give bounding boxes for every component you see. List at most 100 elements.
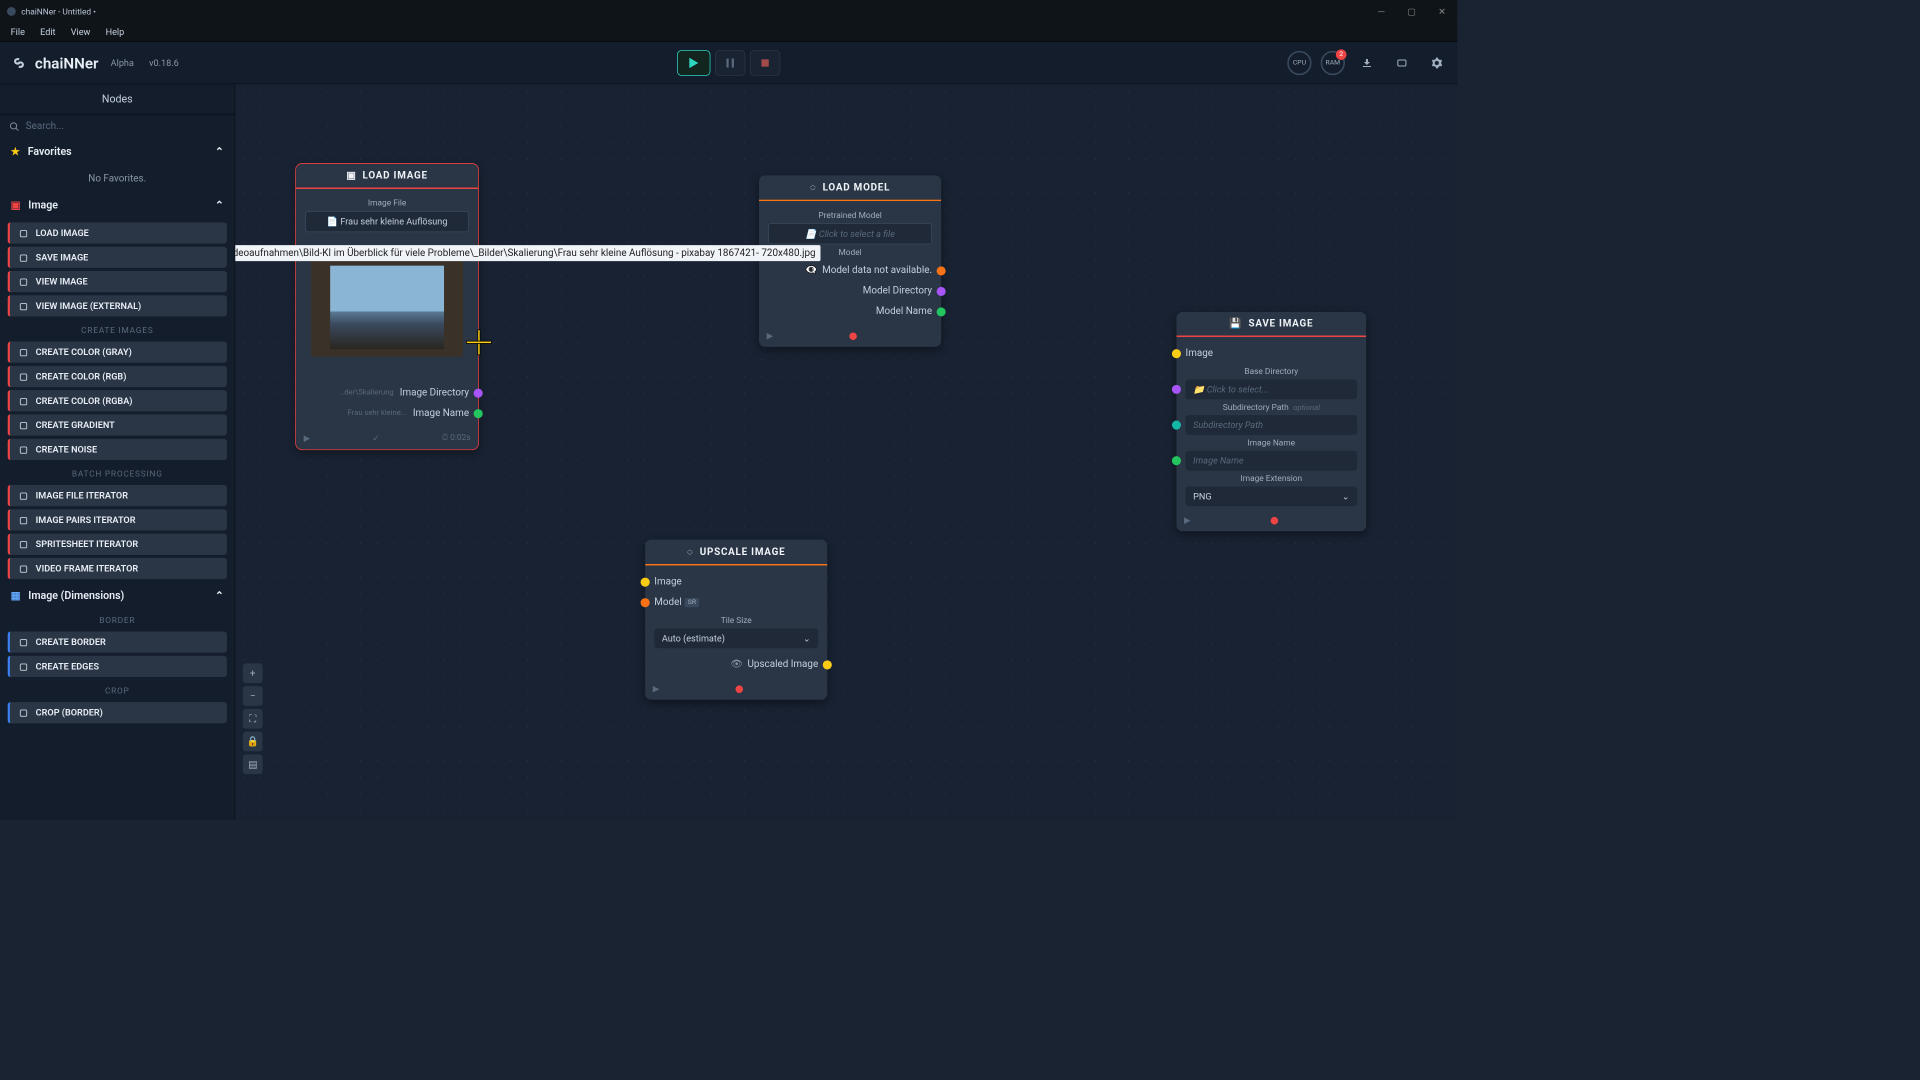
port-icon[interactable] bbox=[1172, 456, 1181, 465]
node-entry-video-frame-iterator[interactable]: ▢VIDEO FRAME ITERATOR bbox=[8, 558, 227, 579]
port-icon[interactable] bbox=[1172, 385, 1181, 394]
port-icon[interactable] bbox=[1172, 349, 1181, 358]
menu-edit[interactable]: Edit bbox=[33, 24, 64, 39]
ram-meter[interactable]: RAM2 bbox=[1321, 50, 1345, 74]
input-model[interactable]: Model SR bbox=[654, 592, 818, 612]
input-image[interactable]: Image bbox=[654, 572, 818, 592]
node-entry-view-image-external[interactable]: ▢VIEW IMAGE (EXTERNAL) bbox=[8, 295, 227, 316]
play-icon[interactable]: ▶ bbox=[304, 433, 310, 443]
sidebar-tab-nodes[interactable]: Nodes bbox=[0, 84, 235, 114]
node-entry-save-image[interactable]: ▢SAVE IMAGE bbox=[8, 247, 227, 268]
unavailable-label: Model data not available. bbox=[822, 265, 932, 276]
base-dir-input[interactable]: 📁 Click to select... bbox=[1186, 380, 1358, 400]
pretrained-label: Pretrained Model bbox=[768, 210, 932, 220]
node-header[interactable]: ▣ LOAD IMAGE bbox=[296, 164, 478, 189]
run-button[interactable] bbox=[677, 50, 710, 76]
zoom-out-button[interactable]: − bbox=[243, 686, 263, 706]
lock-button[interactable]: 🔒 bbox=[243, 732, 263, 752]
port-icon[interactable] bbox=[937, 287, 946, 296]
node-entry-image-pairs-iterator[interactable]: ▢IMAGE PAIRS ITERATOR bbox=[8, 509, 227, 530]
download-button[interactable] bbox=[1354, 50, 1380, 76]
menu-file[interactable]: File bbox=[3, 24, 32, 39]
node-entry-create-color-gray[interactable]: ▢CREATE COLOR (GRAY) bbox=[8, 342, 227, 363]
node-title: LOAD IMAGE bbox=[363, 170, 428, 181]
favorites-header[interactable]: ★ Favorites ⌃ bbox=[0, 138, 235, 165]
iterator-icon: ▢ bbox=[17, 562, 29, 574]
play-icon[interactable]: ▶ bbox=[653, 684, 659, 694]
node-header[interactable]: ◌ LOAD MODEL bbox=[759, 175, 941, 201]
node-header[interactable]: ◌ UPSCALE IMAGE bbox=[645, 540, 827, 566]
output-model-name[interactable]: Model Name bbox=[768, 301, 932, 321]
port-icon[interactable] bbox=[937, 307, 946, 316]
image-category-header[interactable]: ▣ Image ⌃ bbox=[0, 192, 235, 219]
maximize-button[interactable]: ▢ bbox=[1397, 0, 1427, 23]
node-upscale-image[interactable]: ◌ UPSCALE IMAGE Image Model SR Tile Size… bbox=[645, 540, 827, 700]
cpu-meter[interactable]: CPU bbox=[1287, 50, 1311, 74]
main: Nodes ★ Favorites ⌃ No Favorites. ▣ Imag… bbox=[0, 84, 1457, 819]
node-entry-crop-border[interactable]: ▢CROP (BORDER) bbox=[8, 702, 227, 723]
play-icon[interactable]: ▶ bbox=[1184, 515, 1190, 525]
file-input[interactable]: 📄 Frau sehr kleine Auflösung bbox=[305, 211, 469, 232]
input-image-name[interactable]: Image Name bbox=[1186, 451, 1358, 471]
port-icon[interactable] bbox=[474, 409, 483, 418]
model-file-input[interactable]: 📄 Click to select a file bbox=[768, 223, 932, 244]
input-subdir[interactable]: Subdirectory Path bbox=[1186, 415, 1358, 435]
settings-button[interactable] bbox=[1424, 50, 1450, 76]
node-save-image[interactable]: 💾 SAVE IMAGE Image Base Directory 📁 Clic… bbox=[1176, 312, 1366, 531]
export-button[interactable] bbox=[1389, 50, 1415, 76]
check-icon: ✓ bbox=[372, 433, 379, 443]
release-badge: Alpha bbox=[111, 57, 134, 68]
titlebar: chaiNNer - Untitled • ─ ▢ ✕ bbox=[0, 0, 1457, 23]
node-entry-image-file-iterator[interactable]: ▢IMAGE FILE ITERATOR bbox=[8, 485, 227, 506]
image-node-list: ▢LOAD IMAGE ▢SAVE IMAGE ▢VIEW IMAGE ▢VIE… bbox=[0, 219, 235, 582]
port-icon[interactable] bbox=[823, 660, 832, 669]
border-icon: ▢ bbox=[17, 636, 29, 648]
menu-view[interactable]: View bbox=[63, 24, 98, 39]
play-icon[interactable]: ▶ bbox=[767, 331, 773, 341]
search-input[interactable] bbox=[26, 121, 226, 132]
output-image-directory[interactable]: ..der\Skalierung Image Directory bbox=[305, 383, 469, 403]
menu-help[interactable]: Help bbox=[98, 24, 132, 39]
node-entry-load-image[interactable]: ▢LOAD IMAGE bbox=[8, 222, 227, 243]
export-snapshot-button[interactable]: ▤ bbox=[243, 754, 263, 774]
output-image-name[interactable]: Frau sehr kleine... Image Name bbox=[305, 403, 469, 423]
port-icon[interactable] bbox=[937, 266, 946, 275]
node-entry-create-border[interactable]: ▢CREATE BORDER bbox=[8, 631, 227, 652]
stop-button[interactable] bbox=[750, 50, 780, 76]
image-icon: ▣ bbox=[11, 200, 21, 212]
node-entry-create-noise[interactable]: ▢CREATE NOISE bbox=[8, 439, 227, 460]
output-model[interactable]: 👁‍🗨 Model data not available. bbox=[768, 260, 932, 280]
tile-size-select[interactable]: Auto (estimate) ⌄ bbox=[654, 628, 818, 648]
canvas[interactable]: C:\Users\stefa\4eck Media Dropbox\stefan… bbox=[235, 84, 1457, 819]
input-image[interactable]: Image bbox=[1186, 343, 1358, 363]
image-name-input[interactable]: Image Name bbox=[1186, 451, 1358, 471]
fit-view-button[interactable]: ⛶ bbox=[243, 709, 263, 729]
port-icon[interactable] bbox=[641, 598, 650, 607]
port-icon[interactable] bbox=[641, 577, 650, 586]
external-icon: ▢ bbox=[17, 300, 29, 312]
node-entry-create-edges[interactable]: ▢CREATE EDGES bbox=[8, 656, 227, 677]
node-entry-create-color-rgb[interactable]: ▢CREATE COLOR (RGB) bbox=[8, 366, 227, 387]
output-model-directory[interactable]: Model Directory bbox=[768, 281, 932, 301]
node-entry-spritesheet-iterator[interactable]: ▢SPRITESHEET ITERATOR bbox=[8, 534, 227, 555]
close-button[interactable]: ✕ bbox=[1427, 0, 1457, 23]
input-base-directory[interactable]: 📁 Click to select... bbox=[1186, 380, 1358, 400]
minimize-button[interactable]: ─ bbox=[1366, 0, 1396, 23]
port-icon[interactable] bbox=[1172, 420, 1181, 429]
eye-icon[interactable]: 👁 bbox=[730, 659, 743, 670]
output-label: Model Name bbox=[876, 306, 932, 317]
node-load-image[interactable]: ▣ LOAD IMAGE Image File 📄 Frau sehr klei… bbox=[296, 164, 478, 449]
node-entry-view-image[interactable]: ▢VIEW IMAGE bbox=[8, 271, 227, 292]
node-entry-create-color-rgba[interactable]: ▢CREATE COLOR (RGBA) bbox=[8, 390, 227, 411]
node-header[interactable]: 💾 SAVE IMAGE bbox=[1176, 312, 1366, 337]
chevron-down-icon: ⌄ bbox=[803, 633, 811, 644]
port-icon[interactable] bbox=[474, 388, 483, 397]
pause-button[interactable] bbox=[715, 50, 745, 76]
star-icon: ★ bbox=[11, 146, 21, 158]
node-entry-create-gradient[interactable]: ▢CREATE GRADIENT bbox=[8, 414, 227, 435]
ext-select[interactable]: PNG ⌄ bbox=[1186, 487, 1358, 507]
zoom-in-button[interactable]: + bbox=[243, 663, 263, 683]
output-upscaled-image[interactable]: 👁 Upscaled Image bbox=[654, 654, 818, 674]
dimensions-category-header[interactable]: ▦ Image (Dimensions) ⌃ bbox=[0, 582, 235, 609]
subdir-input[interactable]: Subdirectory Path bbox=[1186, 415, 1358, 435]
